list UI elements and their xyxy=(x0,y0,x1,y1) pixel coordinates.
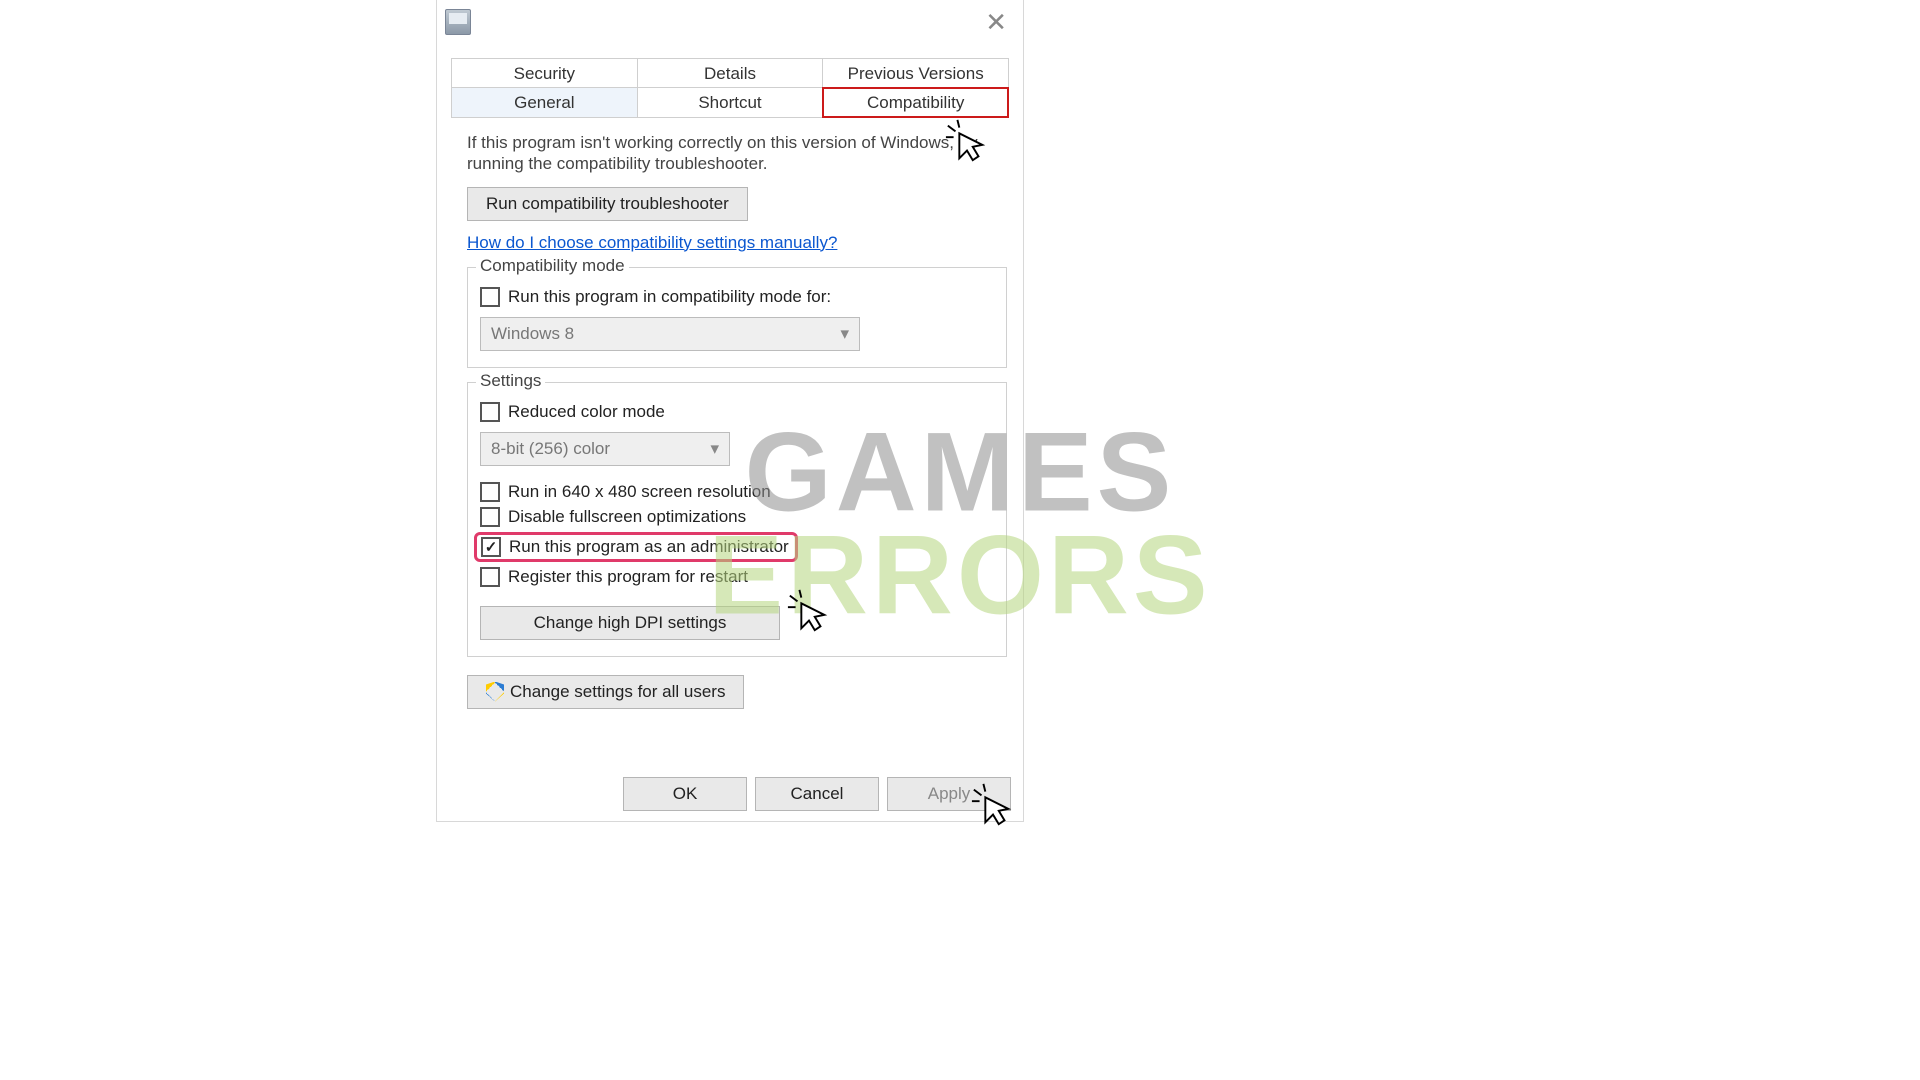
settings-group: Settings Reduced color mode 8-bit (256) … xyxy=(467,382,1007,657)
register-restart-checkbox[interactable] xyxy=(480,567,500,587)
low-res-checkbox[interactable] xyxy=(480,482,500,502)
run-troubleshooter-button[interactable]: Run compatibility troubleshooter xyxy=(467,187,748,221)
tab-previous-versions[interactable]: Previous Versions xyxy=(822,58,1009,88)
tab-compatibility[interactable]: Compatibility xyxy=(822,87,1009,118)
tab-security[interactable]: Security xyxy=(451,58,638,88)
color-depth-dropdown[interactable]: 8-bit (256) color xyxy=(480,432,730,466)
reduced-color-label: Reduced color mode xyxy=(508,402,665,422)
run-as-admin-label: Run this program as an administrator xyxy=(509,537,789,557)
uac-shield-icon xyxy=(486,682,504,702)
low-res-label: Run in 640 x 480 screen resolution xyxy=(508,482,771,502)
properties-dialog: ✕ Security Details Previous Versions Gen… xyxy=(436,0,1024,822)
disable-fullscreen-label: Disable fullscreen optimizations xyxy=(508,507,746,527)
manual-settings-link[interactable]: How do I choose compatibility settings m… xyxy=(467,233,837,252)
register-restart-label: Register this program for restart xyxy=(508,567,748,587)
tab-general[interactable]: General xyxy=(451,87,638,118)
tab-shortcut[interactable]: Shortcut xyxy=(637,87,824,118)
run-as-admin-highlight: Run this program as an administrator xyxy=(474,532,798,562)
reduced-color-checkbox[interactable] xyxy=(480,402,500,422)
compat-mode-legend: Compatibility mode xyxy=(476,256,629,276)
change-all-users-label: Change settings for all users xyxy=(510,682,725,702)
compat-mode-dropdown[interactable]: Windows 8 xyxy=(480,317,860,351)
change-all-users-button[interactable]: Change settings for all users xyxy=(467,675,744,709)
compat-mode-label: Run this program in compatibility mode f… xyxy=(508,287,831,307)
tab-strip: Security Details Previous Versions Gener… xyxy=(451,58,1009,118)
change-dpi-button[interactable]: Change high DPI settings xyxy=(480,606,780,640)
titlebar: ✕ xyxy=(437,0,1023,44)
tab-content: If this program isn't working correctly … xyxy=(437,118,1023,709)
ok-button[interactable]: OK xyxy=(623,777,747,811)
cancel-button[interactable]: Cancel xyxy=(755,777,879,811)
close-icon[interactable]: ✕ xyxy=(977,5,1015,40)
dialog-footer: OK Cancel Apply xyxy=(623,777,1011,811)
app-icon xyxy=(445,9,471,35)
compat-mode-checkbox[interactable] xyxy=(480,287,500,307)
disable-fullscreen-checkbox[interactable] xyxy=(480,507,500,527)
run-as-admin-checkbox[interactable] xyxy=(481,537,501,557)
tab-details[interactable]: Details xyxy=(637,58,824,88)
settings-legend: Settings xyxy=(476,371,545,391)
apply-button[interactable]: Apply xyxy=(887,777,1011,811)
compatibility-mode-group: Compatibility mode Run this program in c… xyxy=(467,267,1007,368)
intro-text: If this program isn't working correctly … xyxy=(467,132,1007,175)
